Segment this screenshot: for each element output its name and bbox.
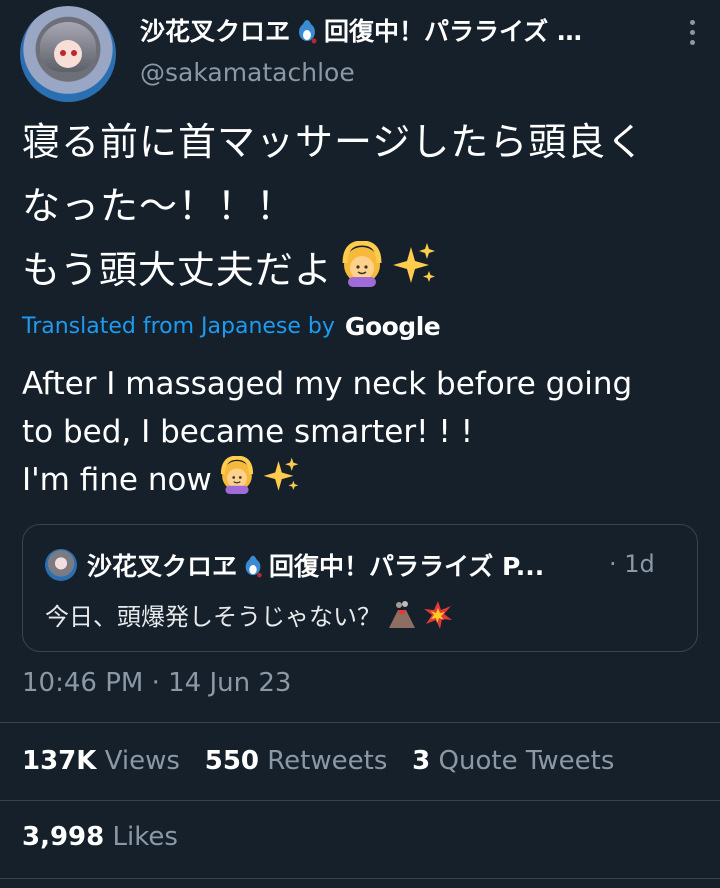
avatar[interactable] <box>20 6 116 102</box>
author-name-suffix: 回復中！パラライズ … <box>324 17 582 46</box>
quoted-time-value: 1d <box>624 550 655 578</box>
author-name[interactable]: 沙花叉クロヱ 回復中！パラライズ … <box>140 12 660 48</box>
orca-icon <box>245 555 262 578</box>
views-label: Views <box>104 746 180 776</box>
volcano-icon <box>389 600 415 628</box>
quoted-text-content: 今日、頭爆発しそうじゃない？ <box>45 603 381 631</box>
quoted-author-name-text: 沙花叉クロヱ <box>87 552 238 581</box>
likes-count: 3,998 <box>22 822 105 852</box>
quoted-avatar <box>45 549 77 581</box>
author-handle[interactable]: @sakamatachloe <box>140 58 355 87</box>
views-count: 137K <box>22 746 97 776</box>
tweet-likes[interactable]: 3,998 Likes <box>22 822 178 852</box>
divider <box>0 722 720 723</box>
avatar-face <box>54 40 82 68</box>
author-name-text: 沙花叉クロヱ <box>140 17 291 46</box>
translation-line: I'm fine now <box>22 456 702 504</box>
orca-icon <box>299 20 317 44</box>
divider <box>0 878 720 879</box>
translated-by[interactable]: Translated from Japanese by Google <box>22 312 441 341</box>
translation-line: to bed, I became smarter! ! ! <box>22 414 474 450</box>
translation-line: After I massaged my neck before going <box>22 366 633 402</box>
tweet-text-original: 寝る前に首マッサージしたら頭良く なった～！！！ もう頭大丈夫だよ <box>22 110 712 302</box>
quotes-label[interactable]: Quote Tweets <box>439 746 615 776</box>
avatar-eye <box>60 50 66 56</box>
tweet-text-line-text: もう頭大丈夫だよ <box>22 248 333 292</box>
tweet-text-translation: After I massaged my neck before going to… <box>22 360 702 504</box>
tweet-text-line: 寝る前に首マッサージしたら頭良く <box>22 120 646 164</box>
tweet-text-line: もう頭大丈夫だよ <box>22 238 712 302</box>
more-vertical-icon[interactable] <box>690 20 696 50</box>
quoted-tweet[interactable]: 沙花叉クロヱ 回復中！パラライズ P... · 1d 今日、頭爆発しそうじゃない… <box>22 524 698 652</box>
quoted-time: · 1d <box>609 550 655 578</box>
quoted-text: 今日、頭爆発しそうじゃない？ <box>45 597 453 632</box>
sparkles-icon <box>263 457 299 491</box>
avatar-eye <box>71 50 77 56</box>
tweet-text-line: なった～！！！ <box>22 184 296 228</box>
quoted-author-name-suffix: 回復中！パラライズ P... <box>269 552 545 581</box>
woman-gesturing-ok-icon <box>220 456 253 494</box>
divider <box>0 800 720 801</box>
google-logo: Google <box>344 312 441 341</box>
quotes-count[interactable]: 3 <box>412 746 430 776</box>
sparkles-icon <box>392 243 435 283</box>
tweet-stats: 137K Views 550 Retweets 3 Quote Tweets <box>22 746 614 776</box>
translated-label: Translated from Japanese by <box>22 314 335 339</box>
tweet-timestamp[interactable]: 10:46 PM · 14 Jun 23 <box>22 668 291 698</box>
quoted-author-name: 沙花叉クロヱ 回復中！パラライズ P... <box>87 547 607 583</box>
quoted-time-sep: · <box>609 550 617 578</box>
translation-line-text: I'm fine now <box>22 462 212 498</box>
retweets-label[interactable]: Retweets <box>267 746 387 776</box>
likes-label: Likes <box>112 822 178 852</box>
collision-icon <box>424 600 452 629</box>
woman-gesturing-ok-icon <box>342 241 382 287</box>
retweets-count[interactable]: 550 <box>205 746 259 776</box>
